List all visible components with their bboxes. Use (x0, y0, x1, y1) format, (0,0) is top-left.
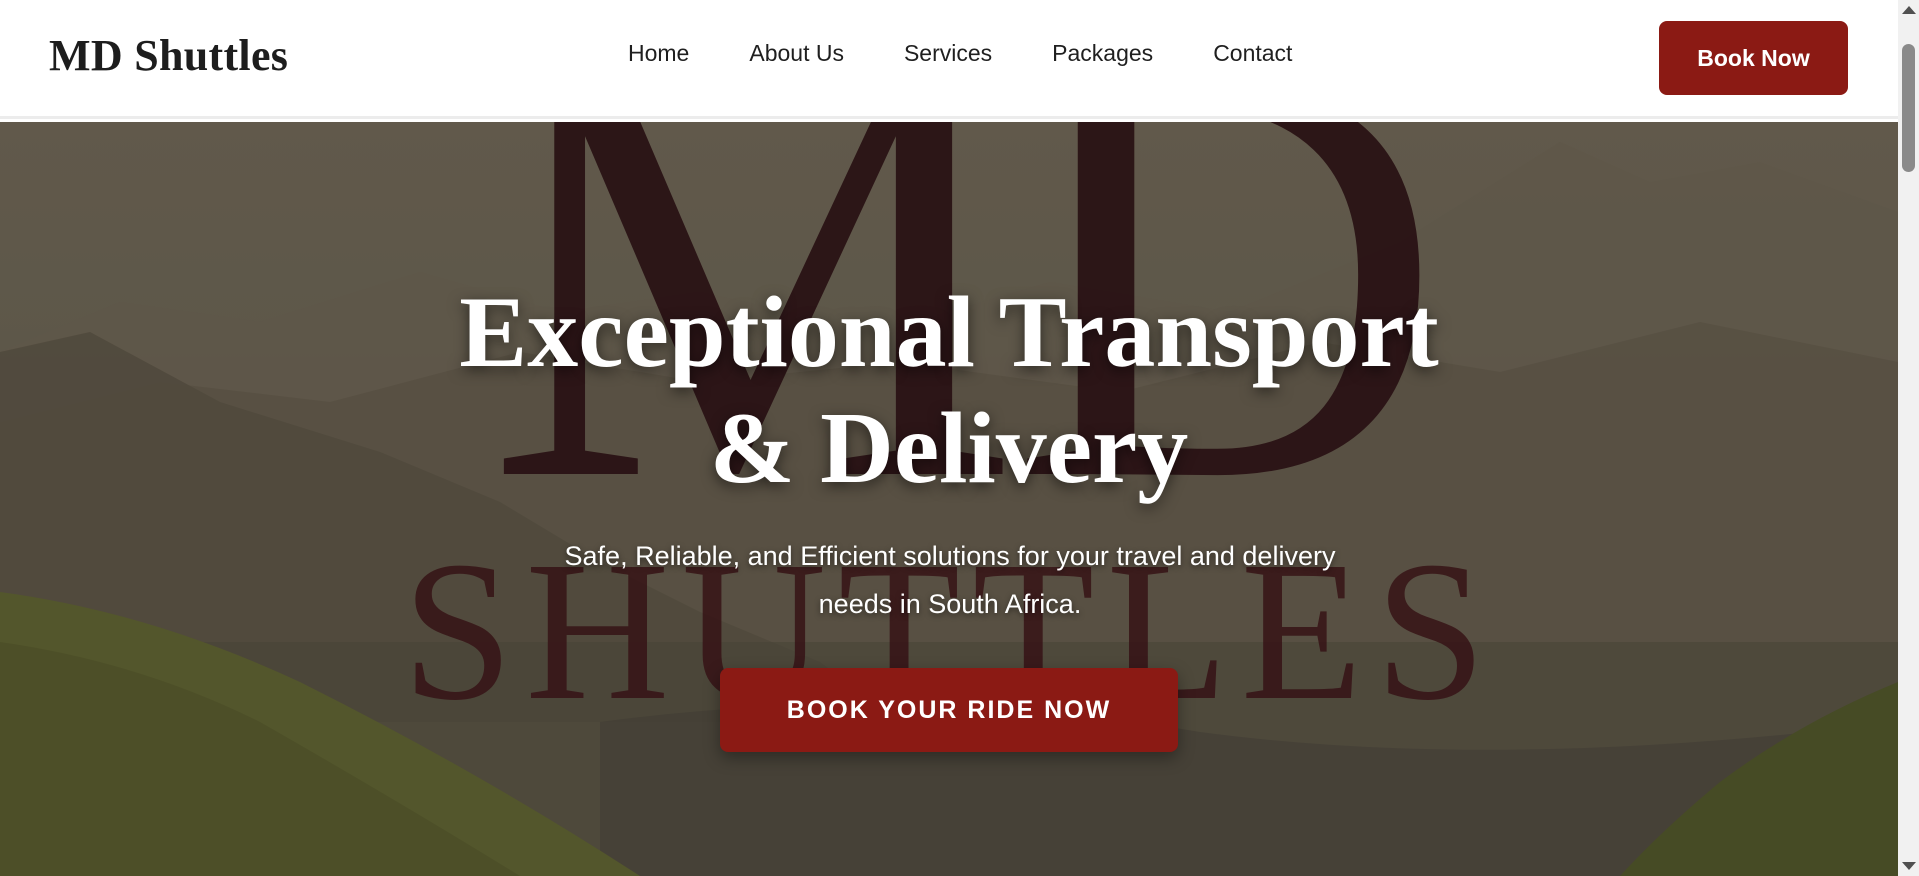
hero-subtitle: Safe, Reliable, and Efficient solutions … (500, 532, 1400, 628)
main-nav: Home About Us Services Packages Contact (628, 40, 1292, 67)
site-header: MD Shuttles Home About Us Services Packa… (0, 0, 1898, 119)
nav-services[interactable]: Services (904, 40, 992, 67)
scroll-down-icon[interactable] (1902, 862, 1916, 870)
hero-subtitle-line1: Safe, Reliable, and Efficient solutions … (564, 541, 1336, 571)
scrollbar-thumb[interactable] (1902, 44, 1915, 172)
book-your-ride-button[interactable]: BOOK YOUR RIDE NOW (720, 668, 1178, 752)
nav-contact[interactable]: Contact (1213, 40, 1292, 67)
hero-subtitle-line2: needs in South Africa. (818, 589, 1082, 619)
hero-title-line1: Exceptional Transport (459, 276, 1439, 389)
site-logo[interactable]: MD Shuttles (49, 30, 288, 81)
scroll-up-icon[interactable] (1902, 6, 1916, 14)
vertical-scrollbar[interactable] (1898, 0, 1919, 876)
book-now-button[interactable]: Book Now (1659, 21, 1848, 95)
hero-title-line2: & Delivery (709, 392, 1189, 505)
nav-home[interactable]: Home (628, 40, 689, 67)
nav-packages[interactable]: Packages (1052, 40, 1153, 67)
nav-about-us[interactable]: About Us (749, 40, 844, 67)
hero-section: MD SHUTTLES Exceptional Transport & Deli… (0, 122, 1898, 876)
hero-title: Exceptional Transport & Delivery (349, 275, 1549, 507)
